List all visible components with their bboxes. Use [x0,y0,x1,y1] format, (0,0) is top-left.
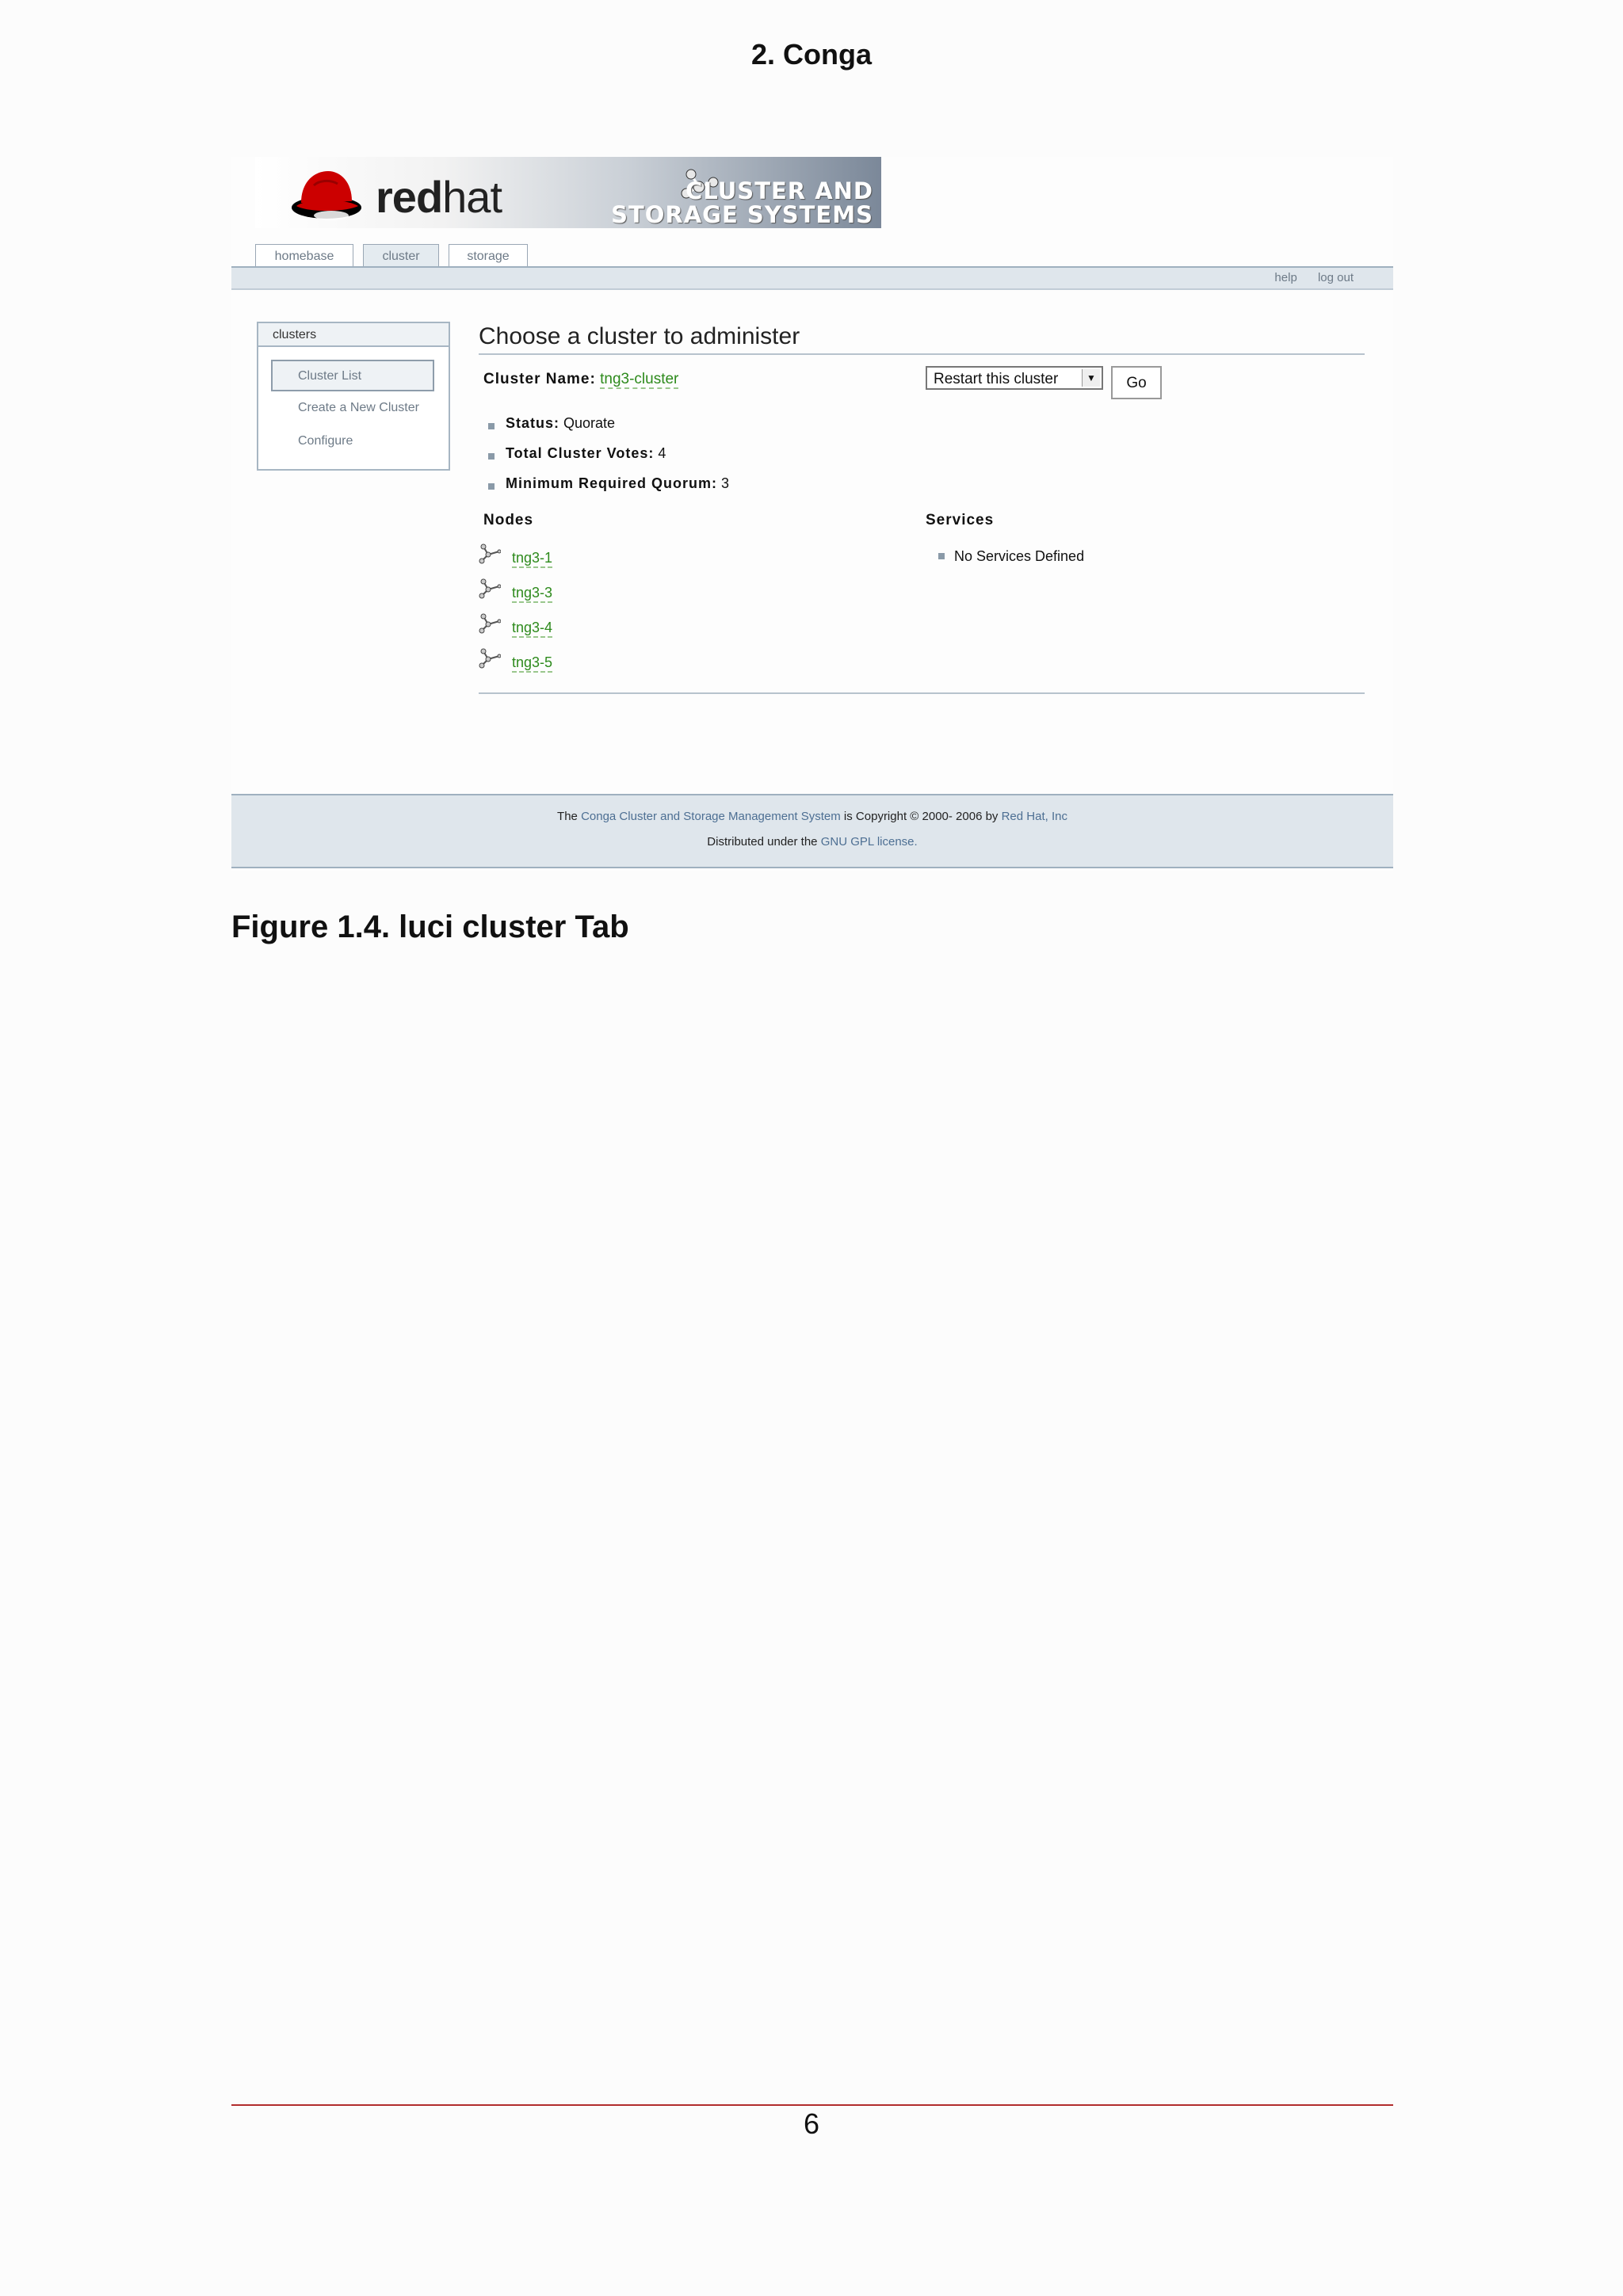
page-number: 6 [803,2107,820,2140]
page-title: Choose a cluster to administer [479,323,800,349]
help-link[interactable]: help [1274,271,1296,284]
redhat-logo-text: redhat [376,172,502,222]
services-heading: Services [926,512,995,528]
node-link[interactable]: tng3-1 [512,550,553,568]
votes-value: 4 [658,445,666,461]
node-icon [479,578,501,599]
cluster-action-select[interactable]: Restart this cluster ▼ [926,366,1103,390]
top-links: help log out [1257,271,1354,284]
cluster-name-label: Cluster Name: [483,371,596,387]
status-item: Status: Quorate [506,415,616,431]
sidebar-item-create-cluster[interactable]: Create a New Cluster [298,401,419,415]
product-name: CLUSTER AND STORAGE SYSTEMS [611,177,873,228]
title-divider [479,353,1365,355]
cluster-name-row: Cluster Name: tng3-cluster [483,371,679,389]
quorum-item: Minimum Required Quorum: 3 [506,475,730,491]
node-icon [479,648,501,669]
node-link[interactable]: tng3-3 [512,585,553,603]
cluster-name-link[interactable]: tng3-cluster [600,371,679,389]
figure-caption: Figure 1.4. luci cluster Tab [231,910,629,944]
bullet-icon [488,423,495,429]
sidebar-item-configure[interactable]: Configure [298,434,353,448]
node-icon [479,543,501,564]
luci-screenshot: redhat CLUSTER AND STORAGE SYSTEMS homeb… [231,157,1393,871]
footer-copyright: The Conga Cluster and Storage Management… [557,810,1067,823]
votes-item: Total Cluster Votes: 4 [506,445,666,461]
sidebar-title: clusters [258,323,449,347]
tab-homebase[interactable]: homebase [255,244,353,267]
top-bar: help log out [231,266,1393,290]
chevron-down-icon[interactable]: ▼ [1082,369,1100,387]
quorum-value: 3 [721,475,730,491]
gpl-link[interactable]: GNU GPL license. [821,835,918,849]
conga-link[interactable]: Conga Cluster and Storage Management Sys… [581,810,841,823]
redhat-shadowman-icon [292,171,361,220]
services-empty-text: No Services Defined [954,548,1085,564]
bullet-icon [488,483,495,490]
tab-storage[interactable]: storage [449,244,528,267]
node-link[interactable]: tng3-5 [512,654,553,673]
content-divider [479,692,1365,694]
page-header: 2. Conga [750,38,872,71]
node-link[interactable]: tng3-4 [512,620,553,638]
cluster-action-selected: Restart this cluster [934,371,1059,387]
go-button[interactable]: Go [1111,366,1162,399]
tab-cluster[interactable]: cluster [363,244,439,267]
bullet-icon [488,453,495,460]
footer-license: Distributed under the GNU GPL license. [707,835,918,849]
logout-link[interactable]: log out [1318,271,1354,284]
page-footer-rule [231,2104,1393,2106]
banner: redhat CLUSTER AND STORAGE SYSTEMS [255,157,881,228]
footer: The Conga Cluster and Storage Management… [231,794,1393,868]
node-icon [479,613,501,634]
bullet-icon [938,553,945,559]
clusters-sidebar: clusters Cluster List Create a New Clust… [257,322,450,471]
redhat-link[interactable]: Red Hat, Inc [1002,810,1067,823]
sidebar-item-cluster-list[interactable]: Cluster List [298,369,361,383]
nodes-heading: Nodes [483,512,534,528]
status-value: Quorate [563,415,616,431]
